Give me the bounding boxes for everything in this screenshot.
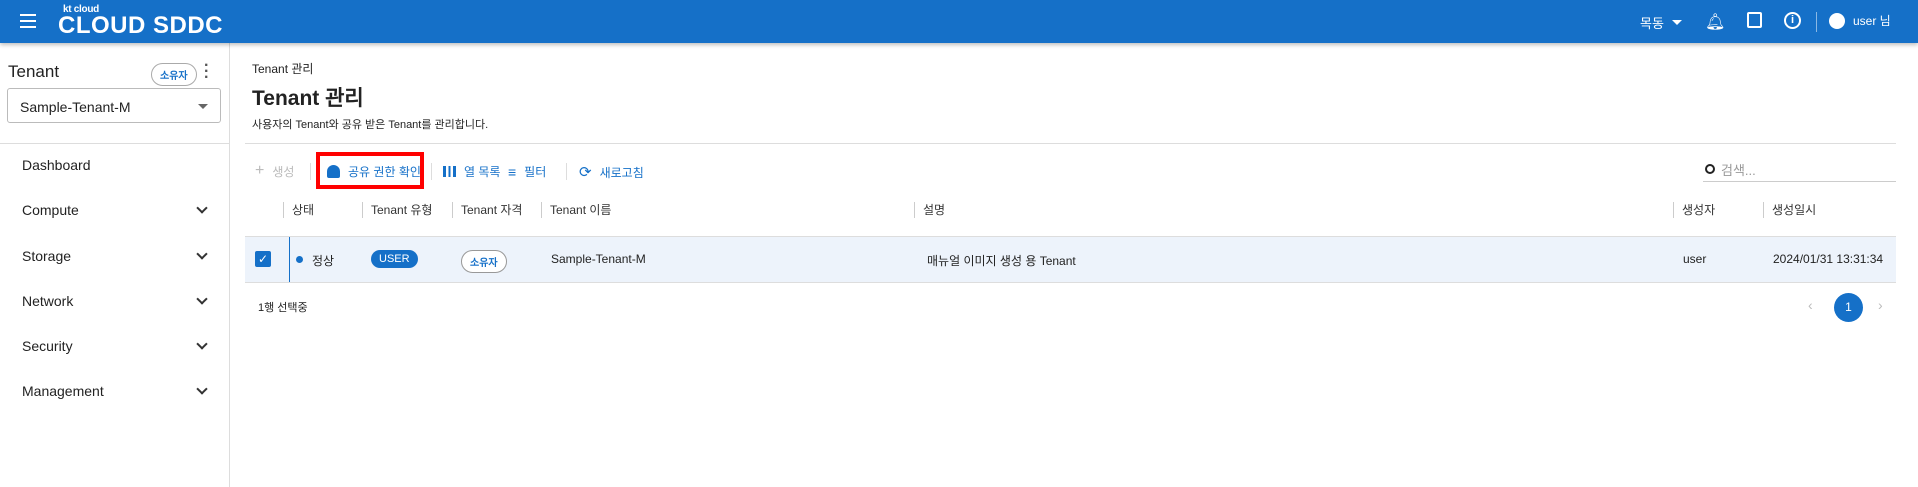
column-header-created[interactable]: 생성일시 — [1763, 202, 1816, 218]
nav-label: Network — [22, 293, 74, 309]
nav-label: Compute — [22, 202, 79, 218]
columns-icon — [443, 166, 456, 177]
bell-icon[interactable]: 🔔︎ — [1705, 12, 1725, 32]
columns-button[interactable]: 열 목록 — [443, 163, 500, 180]
sidebar-item-storage[interactable]: Storage — [22, 241, 212, 271]
refresh-label: 새로고침 — [599, 165, 644, 180]
search-icon — [1705, 164, 1715, 174]
page-title: Tenant 관리 — [252, 87, 364, 110]
chevron-down-icon — [196, 293, 208, 305]
row-checkbox[interactable]: ✓ — [255, 251, 271, 267]
chevron-down-icon — [196, 248, 208, 260]
column-header-type[interactable]: Tenant 유형 — [362, 202, 432, 218]
breadcrumb: Tenant 관리 — [252, 62, 314, 76]
sidebar-item-compute[interactable]: Compute — [22, 195, 212, 225]
share-permission-button[interactable]: 공유 권한 확인 — [327, 163, 421, 180]
role-badge: 소유자 — [461, 250, 507, 273]
chevron-down-icon — [196, 383, 208, 395]
calendar-icon[interactable] — [1747, 12, 1762, 28]
tenant-description: 매뉴얼 이미지 생성 용 Tenant — [927, 254, 1076, 268]
sidebar-item-dashboard[interactable]: Dashboard — [22, 150, 212, 180]
caret-down-icon — [1671, 20, 1682, 30]
nav-label: Management — [22, 383, 104, 399]
create-label: 생성 — [272, 164, 295, 179]
more-icon[interactable]: · · · — [204, 58, 209, 86]
creator: user — [1683, 252, 1707, 266]
top-bar: kt cloud CLOUD SDDC 목동 🔔︎ i user 님 — [0, 0, 1918, 43]
menu-icon[interactable] — [20, 14, 36, 28]
column-header-role[interactable]: Tenant 자격 — [452, 202, 522, 218]
status-dot-icon — [296, 256, 303, 263]
account-icon — [1829, 12, 1845, 29]
refresh-icon: ⟳ — [579, 164, 592, 181]
sidebar-item-security[interactable]: Security — [22, 331, 212, 361]
chevron-down-icon — [196, 338, 208, 350]
chevron-down-icon — [196, 202, 208, 214]
nav-label: Security — [22, 338, 73, 354]
selection-status: 1행 선택중 — [258, 302, 308, 314]
share-check-label: 공유 권한 확인 — [348, 165, 421, 179]
create-button[interactable]: + 생성 — [255, 162, 294, 180]
tenant-select[interactable]: Sample-Tenant-M — [7, 88, 221, 123]
nav-label: Dashboard — [22, 157, 91, 173]
page-button-1[interactable]: 1 — [1834, 293, 1863, 322]
status-text: 정상 — [312, 254, 335, 268]
filter-button[interactable]: ≡ 필터 — [508, 163, 546, 180]
tenant-name: Sample-Tenant-M — [551, 252, 646, 266]
columns-label: 열 목록 — [464, 165, 501, 179]
search-placeholder: 검색... — [1721, 162, 1756, 178]
caret-down-icon — [198, 104, 208, 114]
divider — [0, 143, 230, 144]
region-select[interactable]: 목동 — [1640, 13, 1682, 32]
logo[interactable]: CLOUD SDDC — [58, 12, 223, 40]
region-label: 목동 — [1640, 16, 1664, 31]
divider — [245, 143, 1896, 144]
nav-label: Storage — [22, 248, 72, 264]
next-page-icon[interactable]: › — [1878, 297, 1883, 313]
sidebar-title: Tenant — [8, 62, 60, 81]
sidebar-item-network[interactable]: Network — [22, 286, 212, 316]
page-description: 사용자의 Tenant와 공유 받은 Tenant를 관리합니다. — [252, 119, 489, 131]
plus-icon: + — [255, 162, 265, 179]
user-name: user 님 — [1853, 14, 1891, 28]
column-header-status[interactable]: 상태 — [283, 202, 314, 218]
row-divider — [289, 237, 290, 282]
column-header-description[interactable]: 설명 — [914, 202, 945, 218]
tenant-select-value: Sample-Tenant-M — [20, 99, 131, 115]
divider — [1816, 12, 1817, 32]
user-menu[interactable]: user 님 — [1829, 12, 1891, 29]
info-icon[interactable]: i — [1784, 12, 1801, 29]
role-badge: 소유자 — [151, 63, 197, 86]
divider — [566, 163, 567, 180]
column-header-name[interactable]: Tenant 이름 — [541, 202, 611, 218]
user-gear-icon — [327, 165, 340, 178]
search-input[interactable]: 검색... — [1703, 157, 1896, 182]
refresh-button[interactable]: ⟳ 새로고침 — [579, 163, 644, 181]
divider — [431, 163, 432, 180]
sidebar-item-management[interactable]: Management — [22, 376, 212, 406]
filter-icon: ≡ — [508, 163, 517, 180]
prev-page-icon[interactable]: ‹ — [1808, 297, 1813, 313]
filter-label: 필터 — [524, 165, 547, 179]
sidebar: Tenant 소유자 · · · Sample-Tenant-M Dashboard… — [0, 43, 230, 487]
divider — [310, 163, 311, 180]
type-badge: USER — [371, 250, 418, 268]
created-at: 2024/01/31 13:31:34 — [1773, 252, 1884, 266]
column-header-creator[interactable]: 생성자 — [1673, 202, 1715, 218]
